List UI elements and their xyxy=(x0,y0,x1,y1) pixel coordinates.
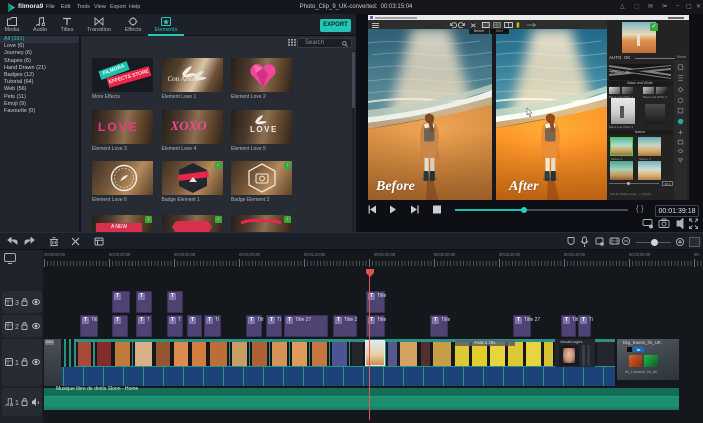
svg-text:2: 2 xyxy=(15,324,19,330)
svg-text:3: 3 xyxy=(15,300,19,306)
svg-text:1: 1 xyxy=(15,360,19,366)
svg-text:1: 1 xyxy=(15,400,19,406)
